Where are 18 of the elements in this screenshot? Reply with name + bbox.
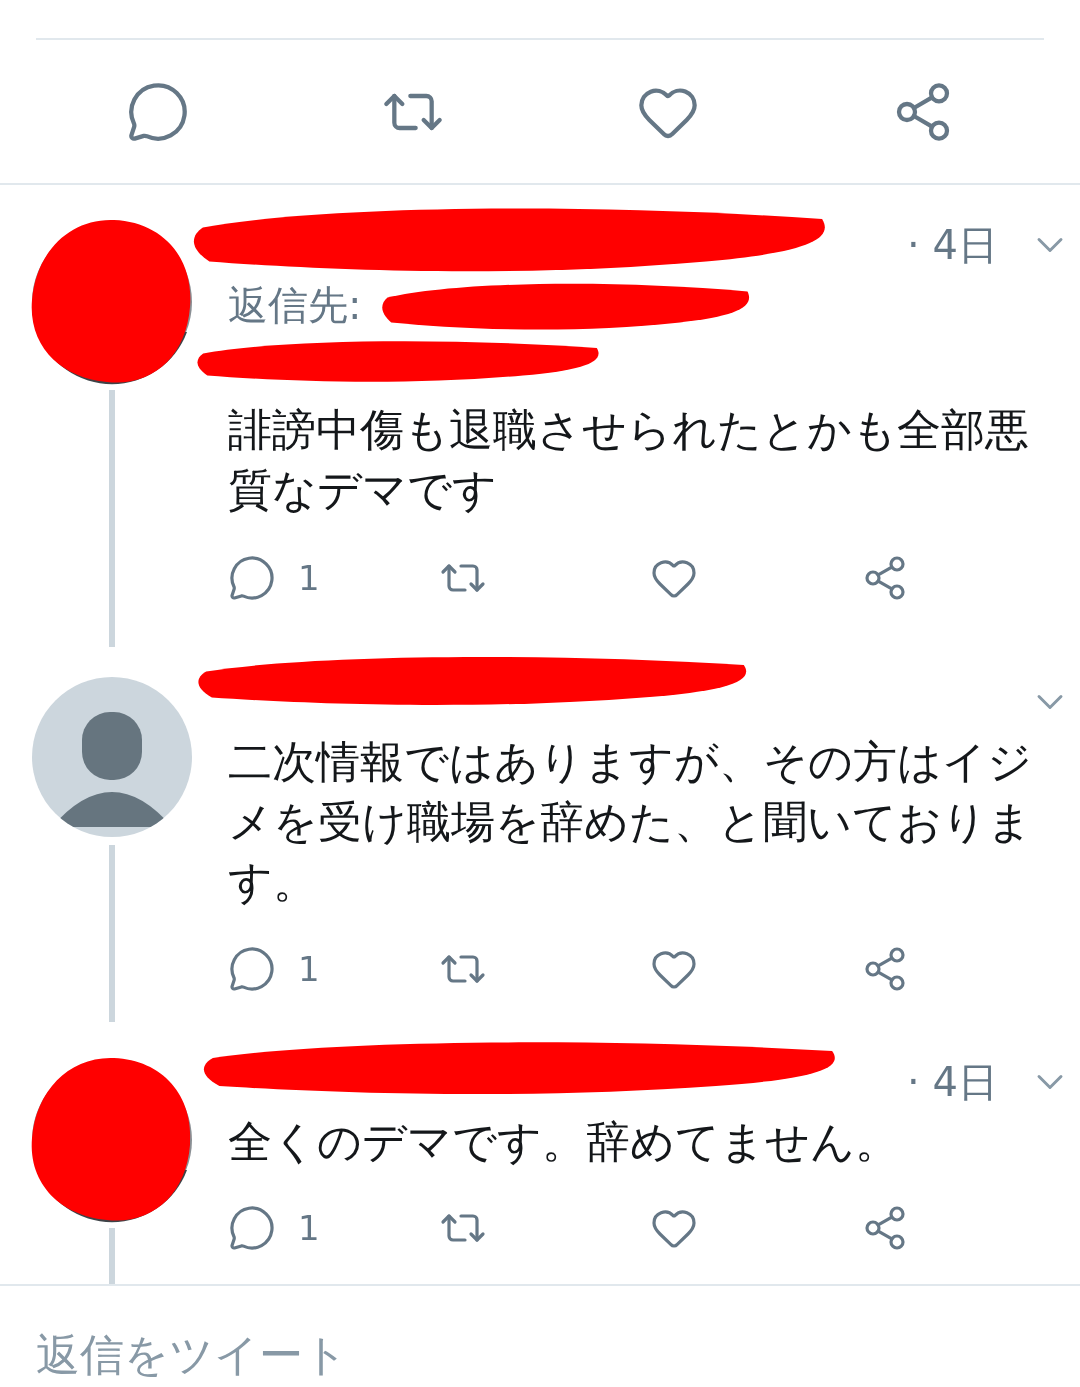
redacted-avatar[interactable] xyxy=(32,222,192,382)
reply-count: 1 xyxy=(298,949,320,989)
tweet-text: 二次情報ではありますが、その方はイジメを受け職場を辞めた、と聞いております。 xyxy=(228,735,1033,909)
tweet-time: · 4日 xyxy=(907,220,998,270)
reply-compose-field[interactable]: 返信をツイート xyxy=(36,1329,348,1380)
reply-button[interactable]: 1 xyxy=(228,1204,439,1252)
reply-icon xyxy=(228,1204,276,1252)
reply-button[interactable]: 1 xyxy=(228,554,439,602)
tweet-time: · 4日 xyxy=(907,1057,998,1107)
reply-icon xyxy=(228,945,276,993)
reply-to-label: 返信先: xyxy=(228,280,362,330)
tweet-text: 誹謗中傷も退職させられたとかも全部悪質なデマです xyxy=(228,403,1030,517)
reply-icon xyxy=(228,554,276,602)
reply-count: 1 xyxy=(298,1208,320,1248)
redacted-avatar[interactable] xyxy=(32,1060,192,1220)
tweet-text: 全くのデマです。辞めてません。 xyxy=(228,1115,900,1169)
reply-button[interactable]: 1 xyxy=(228,945,439,993)
reply-count: 1 xyxy=(298,558,320,598)
